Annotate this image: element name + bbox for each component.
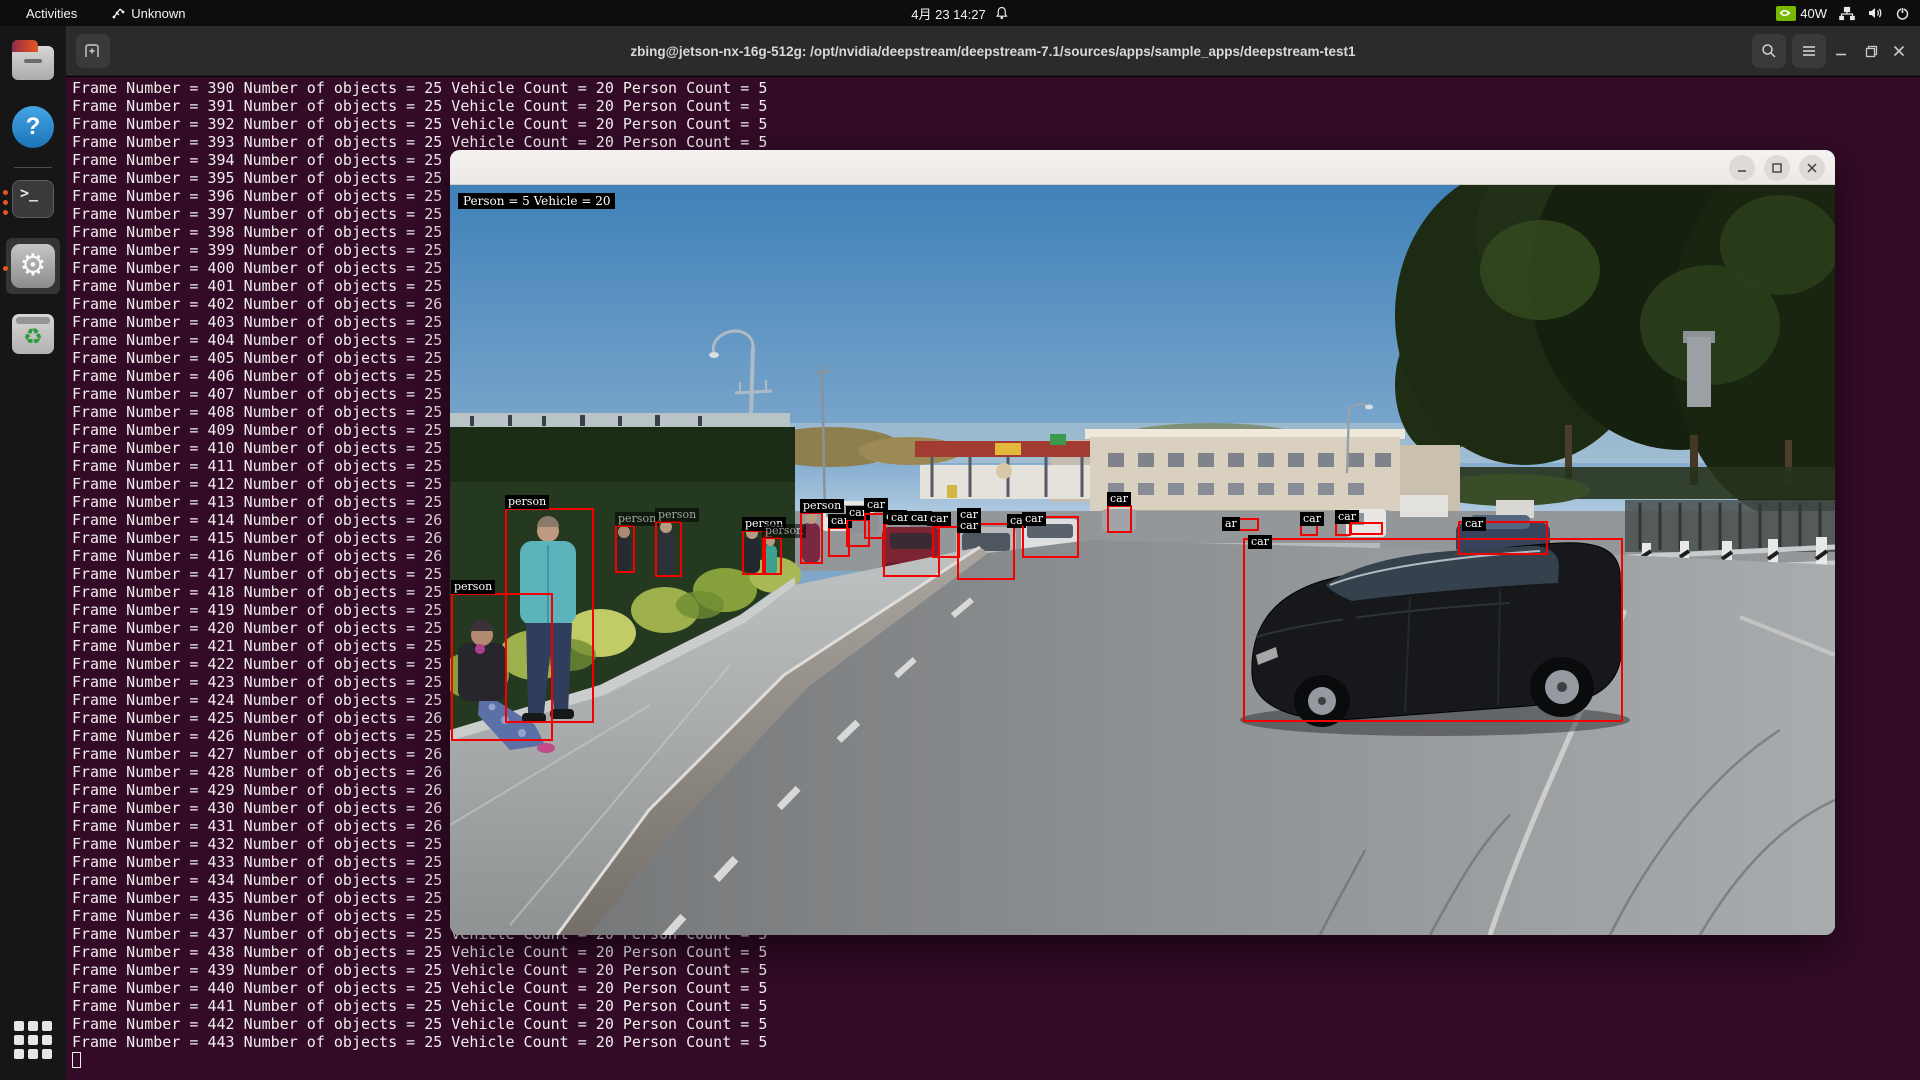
show-applications-button[interactable] bbox=[14, 1021, 52, 1059]
input-method-icon bbox=[111, 6, 125, 20]
terminal-headerbar[interactable]: zbing@jetson-nx-16g-512g: /opt/nvidia/de… bbox=[66, 26, 1920, 76]
detection-label: car bbox=[1022, 512, 1046, 526]
detection-label: car bbox=[1462, 517, 1486, 531]
files-icon bbox=[12, 46, 54, 80]
detection-box-ar bbox=[1237, 518, 1259, 531]
power-draw-label: 40W bbox=[1800, 6, 1827, 21]
nvidia-icon bbox=[1776, 6, 1796, 21]
video-close-button[interactable] bbox=[1799, 155, 1825, 181]
desktop: Activities Unknown 4月 23 14:27 40W bbox=[0, 0, 1920, 1080]
detection-box-person bbox=[800, 512, 823, 564]
deepstream-video-window: Person = 5 Vehicle = 20 personpersonpers… bbox=[450, 150, 1835, 935]
gear-icon: ⚙ bbox=[11, 244, 55, 288]
dock-separator bbox=[14, 167, 52, 168]
detection-box-car bbox=[1243, 538, 1623, 722]
detection-label: car bbox=[957, 519, 981, 533]
search-button[interactable] bbox=[1752, 34, 1786, 68]
nvidia-power-indicator: 40W bbox=[1776, 6, 1827, 21]
dock-item-trash[interactable]: ♻ bbox=[0, 314, 66, 360]
running-indicator-dot bbox=[3, 210, 8, 215]
dock-item-files[interactable] bbox=[0, 40, 66, 86]
clock-button[interactable]: 4月 23 14:27 bbox=[911, 4, 1008, 23]
terminal-title: zbing@jetson-nx-16g-512g: /opt/nvidia/de… bbox=[66, 26, 1920, 76]
recycle-glyph: ♻ bbox=[23, 324, 43, 349]
input-method-indicator[interactable]: Unknown bbox=[111, 6, 185, 21]
detection-layer: Person = 5 Vehicle = 20 personpersonpers… bbox=[450, 185, 1835, 935]
close-button[interactable] bbox=[1882, 34, 1916, 68]
detection-label: person bbox=[505, 495, 549, 509]
detection-box-person bbox=[615, 525, 635, 573]
minimize-button[interactable] bbox=[1824, 34, 1858, 68]
terminal-line: Frame Number = 392 Number of objects = 2… bbox=[72, 115, 1920, 133]
dock-item-terminal[interactable]: >_ bbox=[0, 180, 66, 224]
terminal-line: Frame Number = 443 Number of objects = 2… bbox=[72, 1033, 1920, 1051]
detection-label: person bbox=[615, 512, 659, 526]
video-maximize-button[interactable] bbox=[1764, 155, 1790, 181]
detection-label: person bbox=[655, 508, 699, 522]
detection-box-car bbox=[932, 526, 960, 558]
terminal-line: Frame Number = 390 Number of objects = 2… bbox=[72, 79, 1920, 97]
video-titlebar[interactable] bbox=[450, 150, 1835, 185]
detection-box-car bbox=[1107, 505, 1132, 533]
detection-box-person bbox=[762, 537, 782, 575]
ubuntu-dock: ? >_ ⚙ ♻ bbox=[0, 26, 66, 1080]
running-indicator-dot bbox=[3, 190, 8, 195]
terminal-line: Frame Number = 393 Number of objects = 2… bbox=[72, 133, 1920, 151]
terminal-line: Frame Number = 442 Number of objects = 2… bbox=[72, 1015, 1920, 1033]
terminal-glyph: >_ bbox=[20, 184, 38, 202]
menu-button[interactable] bbox=[1792, 34, 1826, 68]
osd-count-label: Person = 5 Vehicle = 20 bbox=[458, 193, 615, 209]
terminal-line: Frame Number = 391 Number of objects = 2… bbox=[72, 97, 1920, 115]
terminal-line: Frame Number = 438 Number of objects = 2… bbox=[72, 943, 1920, 961]
detection-box-car bbox=[1350, 522, 1383, 535]
terminal-line: Frame Number = 440 Number of objects = 2… bbox=[72, 979, 1920, 997]
detection-label: car bbox=[927, 512, 951, 526]
clock-label: 4月 23 14:27 bbox=[911, 4, 985, 23]
detection-box-person bbox=[655, 521, 682, 577]
detection-label: person bbox=[451, 580, 495, 594]
dock-item-settings[interactable]: ⚙ bbox=[0, 238, 66, 298]
system-tray[interactable]: 40W bbox=[1776, 0, 1910, 26]
terminal-line: Frame Number = 439 Number of objects = 2… bbox=[72, 961, 1920, 979]
gear-glyph: ⚙ bbox=[20, 249, 47, 282]
input-method-label: Unknown bbox=[131, 6, 185, 21]
detection-label: car bbox=[1107, 492, 1131, 506]
volume-icon bbox=[1867, 6, 1883, 20]
notification-bell-icon bbox=[996, 6, 1009, 20]
power-icon bbox=[1895, 6, 1910, 21]
help-icon: ? bbox=[12, 106, 54, 148]
detection-label: car bbox=[1248, 535, 1272, 549]
terminal-line: Frame Number = 441 Number of objects = 2… bbox=[72, 997, 1920, 1015]
help-glyph: ? bbox=[26, 113, 41, 141]
wired-network-icon bbox=[1839, 6, 1855, 21]
activities-button[interactable]: Activities bbox=[18, 4, 85, 23]
detection-label: ar bbox=[1222, 517, 1240, 531]
terminal-cursor bbox=[72, 1052, 81, 1068]
detection-label: car bbox=[1300, 512, 1324, 526]
video-minimize-button[interactable] bbox=[1729, 155, 1755, 181]
dock-item-help[interactable]: ? bbox=[0, 106, 66, 152]
running-indicator-dot bbox=[3, 200, 8, 205]
detection-label: person bbox=[800, 499, 844, 513]
video-frame: Person = 5 Vehicle = 20 personpersonpers… bbox=[450, 185, 1835, 935]
terminal-icon: >_ bbox=[12, 180, 54, 218]
terminal-prompt-line bbox=[72, 1051, 1920, 1072]
running-indicator-dot bbox=[3, 266, 8, 271]
settings-focus-backdrop: ⚙ bbox=[6, 238, 60, 294]
detection-box-person bbox=[451, 593, 553, 741]
trash-icon: ♻ bbox=[12, 314, 54, 354]
gnome-top-bar: Activities Unknown 4月 23 14:27 40W bbox=[0, 0, 1920, 26]
